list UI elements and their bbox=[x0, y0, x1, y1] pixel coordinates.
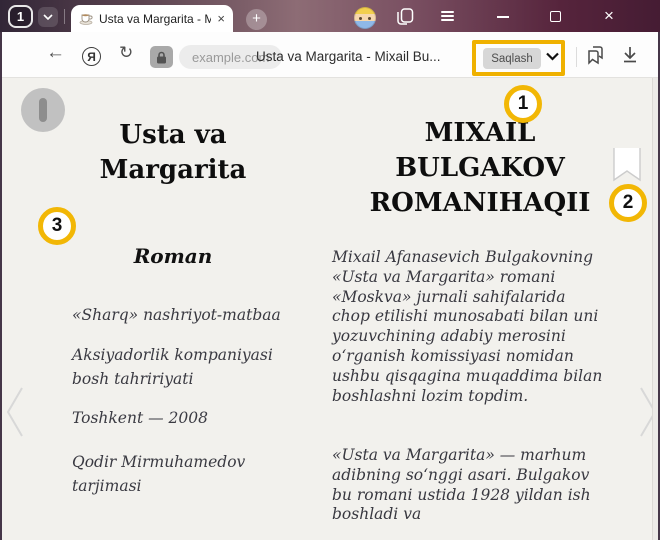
chapter-title: MIXAIL BULGAKOV ROMANIHAQII bbox=[330, 116, 630, 221]
prev-page-arrow[interactable] bbox=[4, 384, 26, 440]
refresh-button[interactable]: ↻ bbox=[119, 43, 133, 63]
window-close-button[interactable]: × bbox=[602, 6, 616, 26]
tab-close-icon[interactable]: × bbox=[217, 12, 225, 25]
annotation-badge-2: 2 bbox=[609, 184, 647, 222]
chevron-down-icon bbox=[43, 14, 53, 20]
minimize-button[interactable] bbox=[497, 16, 509, 18]
tab-title: Usta va Margarita - Mixa bbox=[99, 12, 211, 26]
maximize-button[interactable] bbox=[550, 11, 561, 22]
panels-icon[interactable] bbox=[396, 8, 414, 25]
imprint-line: Toshkent — 2008 bbox=[72, 406, 310, 430]
toolbar: ← Я ↻ example.com Usta va Margarita - Mi… bbox=[2, 32, 658, 78]
book-subtitle: Roman bbox=[45, 244, 301, 268]
imprint-line: Aksiyadorlik kompaniyasi bosh tahririyat… bbox=[72, 343, 310, 391]
chapter-title-line: BULGAKOV bbox=[330, 151, 630, 186]
annotation-badge-3: 3 bbox=[38, 207, 76, 245]
collections-icon[interactable] bbox=[585, 45, 607, 66]
titlebar-separator bbox=[64, 9, 65, 24]
imprint-line: Qodir Mirmuhamedov tarjimasi bbox=[72, 450, 310, 498]
imprint-line: «Sharq» nashriyot-matbaa bbox=[72, 303, 310, 327]
annotation-highlight-box bbox=[472, 40, 565, 76]
window-border bbox=[0, 32, 2, 540]
browser-tab[interactable]: Usta va Margarita - Mixa × bbox=[71, 5, 233, 32]
body-paragraph: «Usta va Margarita» — marhum adibning so… bbox=[332, 446, 608, 525]
titlebar: 1 Usta va Margarita - Mixa × + × bbox=[0, 0, 660, 32]
download-icon[interactable] bbox=[619, 44, 641, 66]
tab-counter-button[interactable]: 1 bbox=[8, 5, 33, 28]
site-security-chip[interactable] bbox=[150, 46, 173, 68]
yandex-logo-icon[interactable]: Я bbox=[82, 47, 101, 66]
toolbar-separator bbox=[576, 47, 577, 67]
coffee-cup-favicon bbox=[79, 12, 93, 25]
menu-icon[interactable] bbox=[441, 11, 454, 21]
book-title: Usta va Margarita bbox=[45, 118, 301, 188]
lock-icon bbox=[156, 51, 167, 64]
book-title-line: Usta va bbox=[45, 118, 301, 153]
new-tab-button[interactable]: + bbox=[246, 9, 267, 30]
back-button[interactable]: ← bbox=[46, 42, 65, 64]
body-paragraph: Mixail Afanasevich Bulgakovning «Usta va… bbox=[332, 248, 608, 406]
ribbon-marker-icon bbox=[612, 148, 642, 186]
profile-avatar[interactable] bbox=[354, 7, 376, 29]
chapter-title-line: ROMANIHAQII bbox=[330, 186, 630, 221]
tab-list-chevron-button[interactable] bbox=[38, 7, 58, 27]
page-content: Usta va Margarita Roman «Sharq» nashriyo… bbox=[2, 78, 653, 540]
chapter-title-line: MIXAIL bbox=[330, 116, 630, 151]
address-page-title: Usta va Margarita - Mixail Bu... bbox=[256, 49, 441, 64]
next-page-arrow[interactable] bbox=[637, 384, 653, 440]
book-title-line: Margarita bbox=[45, 153, 301, 188]
annotation-badge-1: 1 bbox=[504, 85, 542, 123]
